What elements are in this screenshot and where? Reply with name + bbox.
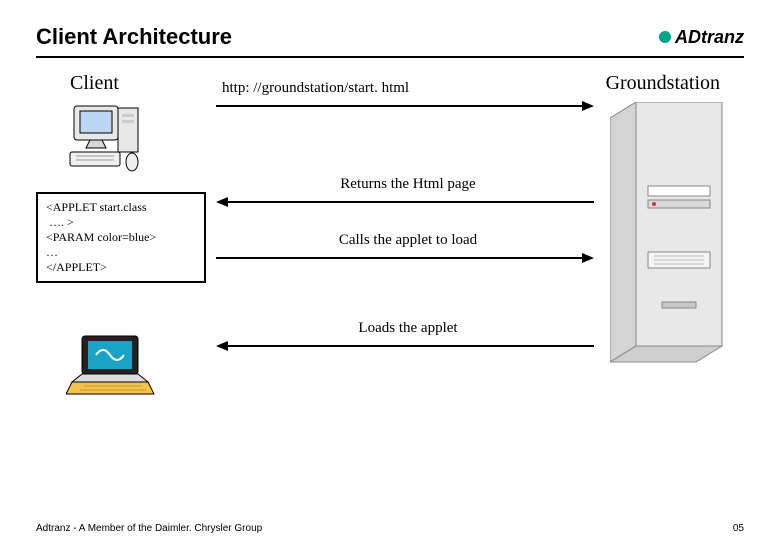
- desktop-computer-icon: [66, 102, 146, 176]
- logo-dot-icon: [659, 31, 671, 43]
- code-line: <PARAM color=blue>: [46, 230, 156, 244]
- title-divider: [36, 56, 744, 58]
- arrow-right-icon: [216, 257, 582, 259]
- arrow-head-icon: [216, 197, 228, 207]
- applet-html-code-box: <APPLET start.class …. > <PARAM color=bl…: [36, 192, 206, 283]
- arrow-left-icon: [228, 345, 594, 347]
- arrow-head-icon: [582, 101, 594, 111]
- client-column-label: Client: [70, 72, 119, 95]
- step-label: Loads the applet: [216, 320, 594, 337]
- code-line: <APPLET start.class: [46, 200, 147, 214]
- step-return-page: Returns the Html page: [216, 176, 594, 209]
- step-label: Calls the applet to load: [216, 232, 594, 249]
- footer-text: Adtranz - A Member of the Daimler. Chrys…: [36, 523, 262, 534]
- slide: Client Architecture ADtranz Client Groun…: [0, 0, 780, 540]
- logo-text: ADtranz: [675, 27, 744, 48]
- adtranz-logo: ADtranz: [659, 27, 744, 48]
- server-rack-icon: [610, 102, 730, 382]
- step-load-applet: Loads the applet: [216, 320, 594, 353]
- diagram-area: Client Groundstation <APPLET start.class…: [36, 72, 744, 452]
- code-line: </APPLET>: [46, 260, 107, 274]
- groundstation-column-label: Groundstation: [606, 72, 720, 95]
- title-row: Client Architecture ADtranz: [36, 24, 744, 50]
- code-line: …. >: [46, 215, 74, 229]
- step-request-url: http: //groundstation/start. html: [216, 80, 594, 113]
- step-label: http: //groundstation/start. html: [216, 80, 594, 97]
- arrow-head-icon: [216, 341, 228, 351]
- step-call-applet: Calls the applet to load: [216, 232, 594, 265]
- slide-title: Client Architecture: [36, 24, 232, 50]
- laptop-icon: [66, 332, 156, 406]
- page-number: 05: [733, 523, 744, 534]
- arrow-head-icon: [582, 253, 594, 263]
- arrow-right-icon: [216, 105, 582, 107]
- arrow-left-icon: [228, 201, 594, 203]
- arrows-layer: http: //groundstation/start. html Return…: [216, 72, 594, 452]
- code-line: …: [46, 245, 58, 259]
- step-label: Returns the Html page: [216, 176, 594, 193]
